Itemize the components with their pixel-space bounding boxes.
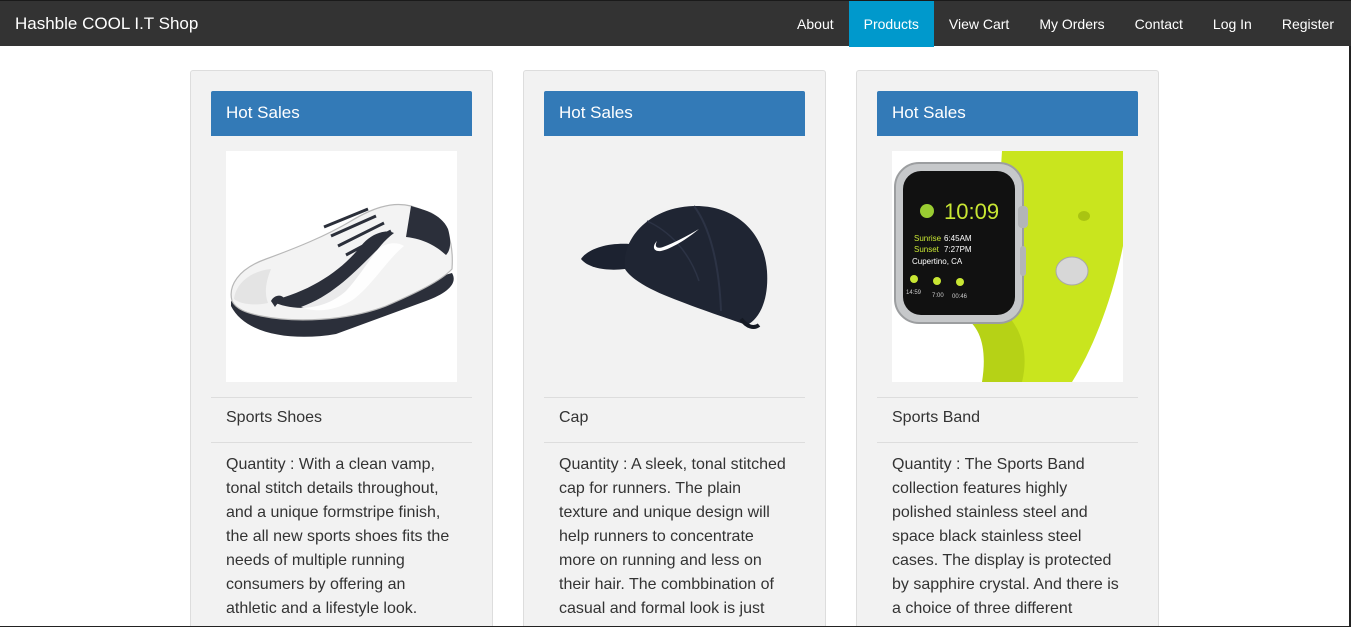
nav-item-my-orders[interactable]: My Orders: [1024, 1, 1119, 47]
top-navbar: Hashble COOL I.T Shop About Products Vie…: [0, 0, 1351, 47]
watch-sunrise-time: 6:45AM: [944, 234, 972, 243]
product-name[interactable]: Sports Band: [892, 409, 980, 427]
product-description: Quantity : With a clean vamp, tonal stit…: [211, 443, 472, 627]
watch-sunset-label: Sunset: [914, 245, 940, 254]
divider: [211, 397, 472, 398]
watch-sunrise-label: Sunrise: [914, 234, 942, 243]
brand-link[interactable]: Hashble COOL I.T Shop: [0, 1, 198, 47]
nav-item-products[interactable]: Products: [848, 0, 934, 47]
product-description: Quantity : A sleek, tonal stitched cap f…: [544, 443, 805, 627]
product-card-sports-shoes: Hot Sales Sports Shoes Quantity : With a…: [190, 70, 493, 627]
watch-time-text: 10:09: [944, 199, 999, 224]
smart-watch-image[interactable]: 10:09 Sunrise 6:45AM Sunset 7:27PM Cuper…: [892, 151, 1123, 382]
card-heading: Hot Sales: [544, 91, 805, 136]
watch-timer-1: 14:59: [906, 290, 922, 296]
watch-city: Cupertino, CA: [912, 257, 963, 266]
product-card-sports-band: Hot Sales 10:09 Sunrise 6:45AM Sunset 7:…: [856, 70, 1159, 627]
card-heading: Hot Sales: [877, 91, 1138, 136]
sports-shoe-image[interactable]: [226, 151, 457, 382]
nav-item-about[interactable]: About: [782, 1, 849, 47]
watch-sunset-time: 7:27PM: [944, 245, 972, 254]
watch-timer-3: 00:46: [952, 294, 968, 300]
nav-menu: About Products View Cart My Orders Conta…: [782, 0, 1351, 47]
nav-item-view-cart[interactable]: View Cart: [934, 1, 1024, 47]
divider: [544, 397, 805, 398]
nav-item-register[interactable]: Register: [1267, 1, 1349, 47]
cap-picture: [581, 205, 768, 329]
cap-image[interactable]: [559, 151, 790, 382]
product-name[interactable]: Cap: [559, 409, 588, 427]
smart-watch-picture: 10:09 Sunrise 6:45AM Sunset 7:27PM Cuper…: [894, 151, 1123, 382]
card-heading: Hot Sales: [211, 91, 472, 136]
product-name[interactable]: Sports Shoes: [226, 409, 322, 427]
sports-shoe-picture: [230, 203, 454, 337]
watch-timer-2: 7:00: [932, 293, 944, 299]
product-description: Quantity : The Sports Band collection fe…: [877, 443, 1138, 627]
divider: [877, 397, 1138, 398]
nav-item-contact[interactable]: Contact: [1120, 1, 1198, 47]
nav-item-log-in[interactable]: Log In: [1198, 1, 1267, 47]
product-card-cap: Hot Sales Cap Quantity : A sleek, tonal …: [523, 70, 826, 627]
